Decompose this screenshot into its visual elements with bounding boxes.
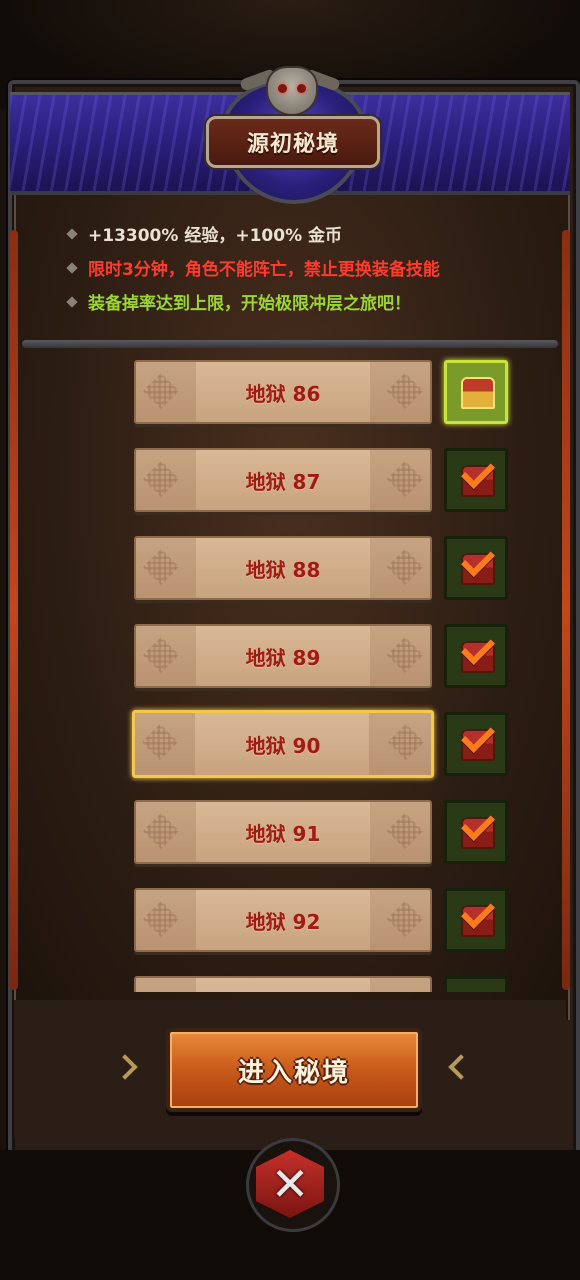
knot-ornament-icon [387,723,425,761]
skull-icon [266,66,318,116]
floor-row: 地狱 88 [26,536,554,600]
floor-button[interactable]: 地狱 86 [134,360,432,424]
knot-ornament-icon [386,900,424,938]
diamond-bullet-icon [66,296,78,308]
floor-button[interactable]: 地狱 89 [134,624,432,688]
info-text: +13300% 经验，+100% 金币 [88,226,343,246]
info-text: 限时3分钟，角色不能阵亡，禁止更换装备技能 [88,260,440,280]
close-icon: ✕ [270,1157,310,1211]
knot-ornament-icon [386,636,424,674]
reward-chest-button[interactable] [444,448,508,512]
reward-chest-button[interactable] [444,888,508,952]
chest-icon [461,377,495,409]
floor-row: 地狱 87 [26,448,554,512]
floor-button[interactable]: 地狱 92 [134,888,432,952]
info-text: 装备掉率达到上限，开始极限冲层之旅吧！ [88,294,411,314]
right-rail [562,230,570,990]
knot-ornament-icon [386,812,424,850]
floor-row: 地狱 86 [26,360,554,424]
knot-ornament-icon [142,372,180,410]
floor-row: 地狱 91 [26,800,554,864]
floor-label: 地狱 91 [245,821,321,846]
floor-label: 地狱 87 [245,469,321,494]
knot-ornament-icon [142,460,180,498]
diamond-bullet-icon [66,262,78,274]
floor-label: 地狱 89 [245,645,321,670]
reward-chest-button[interactable] [444,800,508,864]
reward-chest-button[interactable] [444,712,508,776]
knot-ornament-icon [142,636,180,674]
divider [22,340,558,348]
knot-ornament-icon [386,372,424,410]
info-line-bonus: +13300% 经验，+100% 金币 [66,222,546,256]
reward-chest-button[interactable] [444,976,508,992]
info-block: +13300% 经验，+100% 金币 限时3分钟，角色不能阵亡，禁止更换装备技… [66,222,546,324]
floor-row: 地狱 92 [26,888,554,952]
knot-ornament-icon [142,900,180,938]
diamond-bullet-icon [66,228,78,240]
floor-button[interactable]: 地狱 87 [134,448,432,512]
floor-button[interactable]: 地狱 88 [134,536,432,600]
floor-row: 地狱 89 [26,624,554,688]
floor-row-selected: 地狱 90 [26,710,554,778]
info-line-tip: 装备掉率达到上限，开始极限冲层之旅吧！ [66,290,546,324]
floor-button[interactable]: 地狱 91 [134,800,432,864]
enter-realm-button[interactable]: 进入秘境 [166,1028,422,1112]
floor-label: 地狱 86 [245,381,321,406]
knot-ornament-icon [141,723,179,761]
left-rail [10,230,18,990]
floor-label: 地狱 88 [245,557,321,582]
knot-ornament-icon [386,548,424,586]
info-line-rules: 限时3分钟，角色不能阵亡，禁止更换装备技能 [66,256,546,290]
floor-list[interactable]: 地狱 86 地狱 87 地狱 88 地狱 89 地狱 90 地狱 91 地狱 9… [26,352,554,992]
dialog-title: 源初秘境 [206,116,380,168]
knot-ornament-icon [142,812,180,850]
floor-row-partial [26,976,554,992]
floor-button-selected[interactable]: 地狱 90 [132,710,434,778]
reward-chest-button[interactable] [444,360,508,424]
reward-chest-button[interactable] [444,536,508,600]
knot-ornament-icon [142,548,180,586]
floor-button[interactable] [134,976,432,992]
floor-label: 地狱 90 [245,733,321,758]
floor-label: 地狱 92 [245,909,321,934]
knot-ornament-icon [386,460,424,498]
reward-chest-button[interactable] [444,624,508,688]
